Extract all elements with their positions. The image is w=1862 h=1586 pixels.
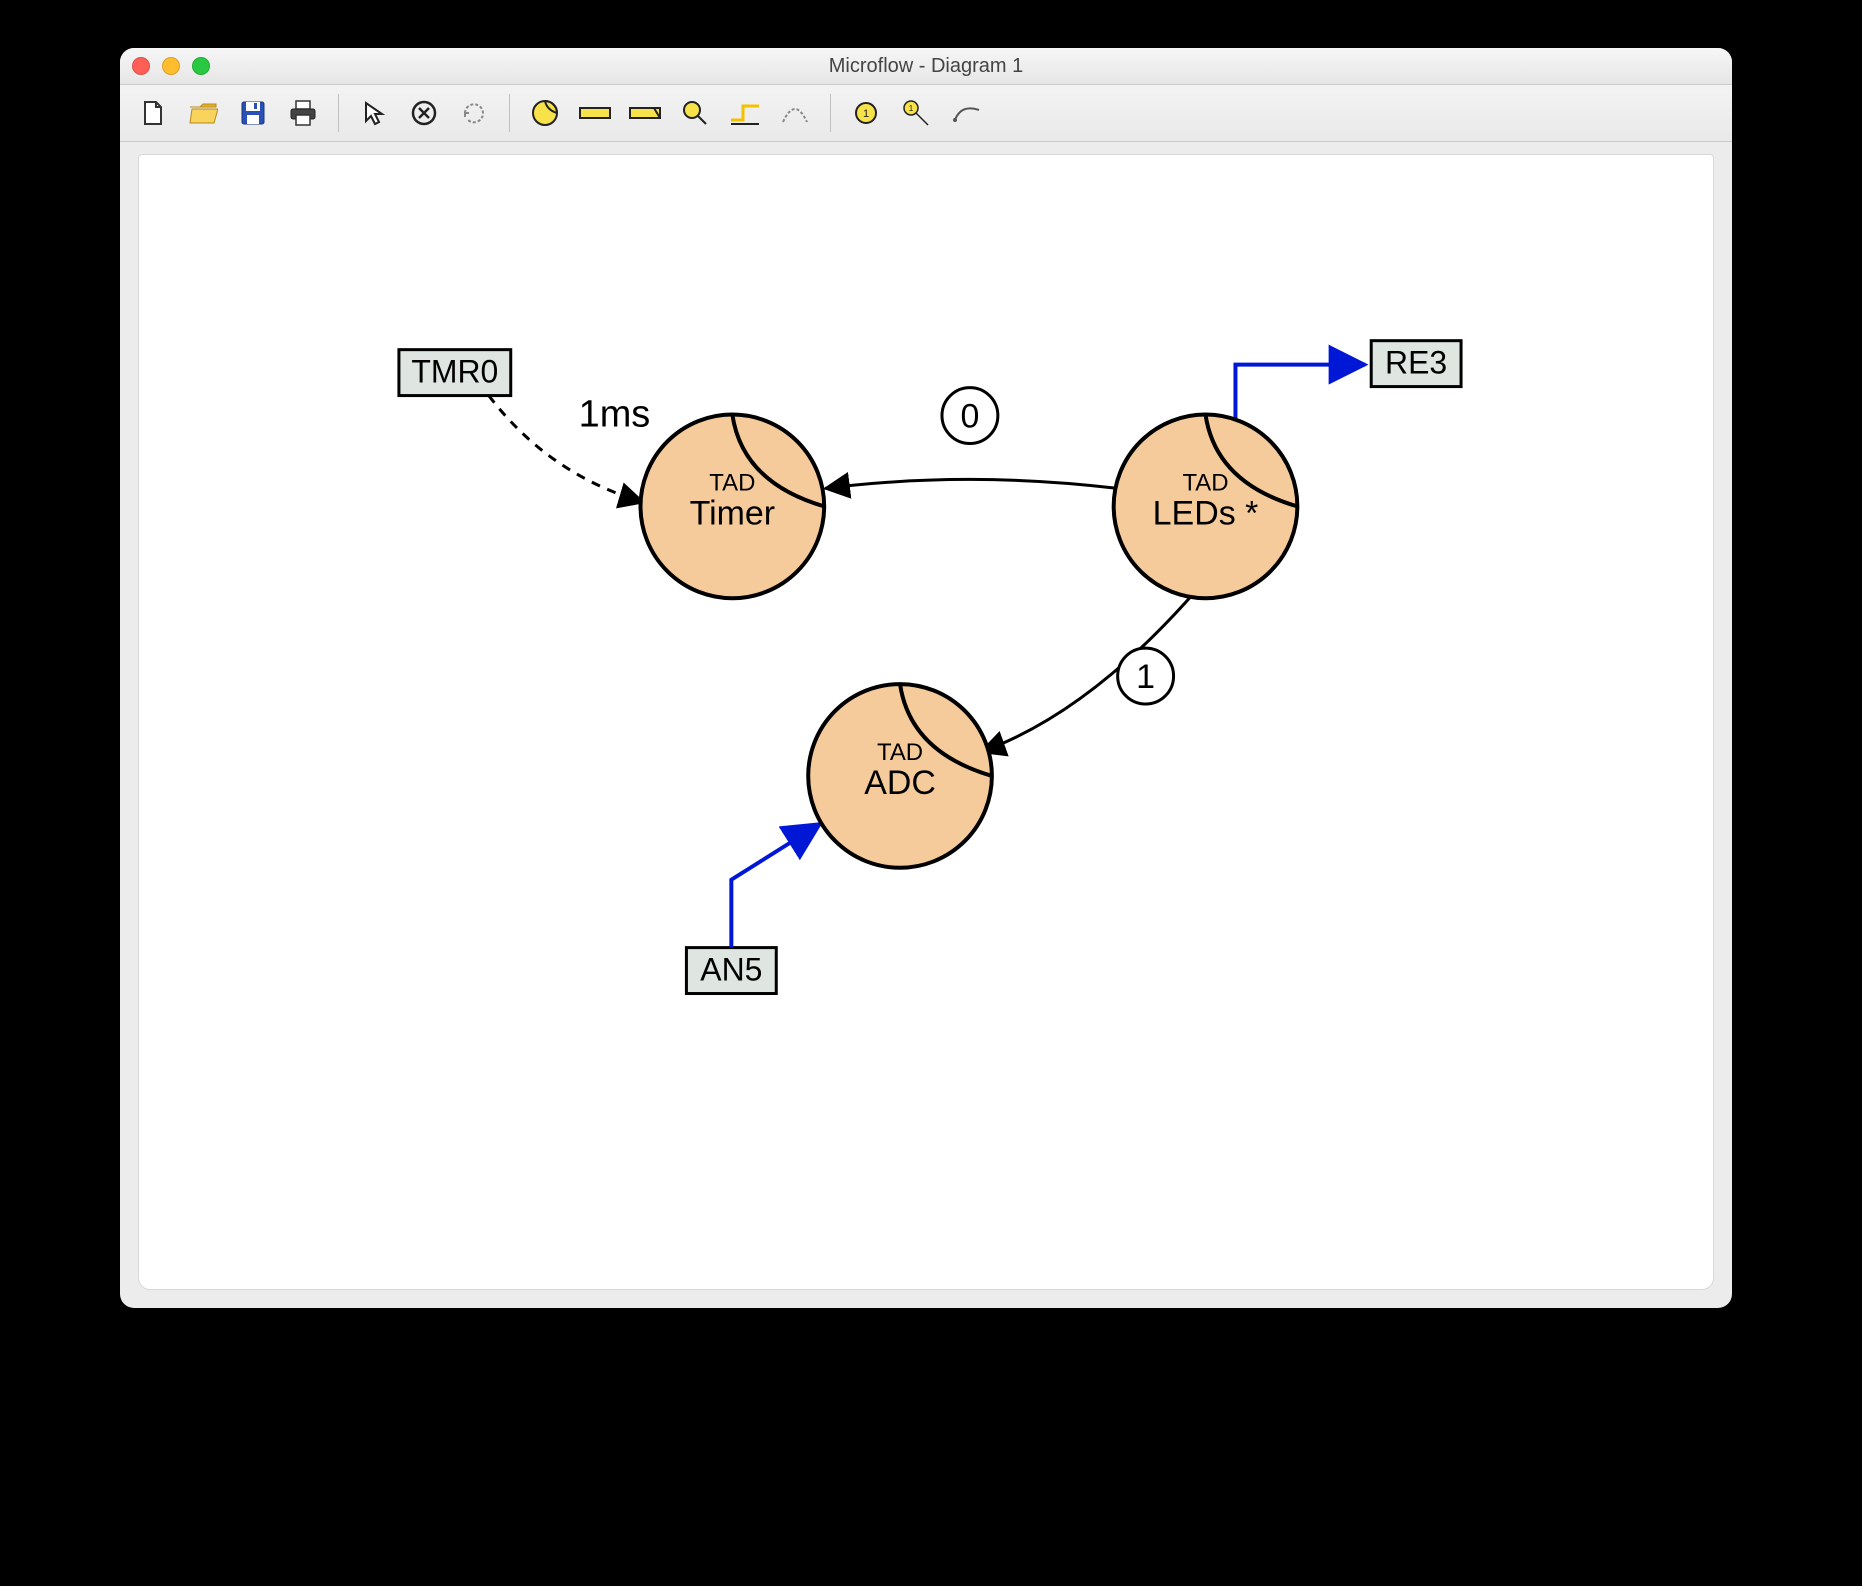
window-title: Microflow - Diagram 1 bbox=[120, 55, 1732, 78]
rotate-icon bbox=[460, 99, 488, 127]
diagram-svg: TMR0 RE3 AN5 1ms bbox=[139, 155, 1713, 1289]
numbered-pointer-icon: 1 bbox=[901, 98, 931, 128]
edge-tmr0-timer-label: 1ms bbox=[579, 394, 651, 436]
tad-node-icon bbox=[530, 98, 560, 128]
angle-connector-icon bbox=[729, 100, 761, 126]
cursor-icon bbox=[361, 100, 387, 126]
node-timer-name: Timer bbox=[690, 494, 775, 532]
process-bar-icon bbox=[578, 103, 612, 123]
app-window: Microflow - Diagram 1 bbox=[120, 48, 1732, 1308]
toolbar-separator bbox=[509, 94, 510, 132]
rotate-tool-button[interactable] bbox=[453, 92, 495, 134]
magnify-tool-button[interactable] bbox=[674, 92, 716, 134]
port-tmr0-label: TMR0 bbox=[411, 354, 498, 390]
diagram-canvas[interactable]: TMR0 RE3 AN5 1ms bbox=[138, 154, 1714, 1290]
curve-icon bbox=[951, 100, 981, 126]
delete-icon bbox=[410, 99, 438, 127]
numbered-marker-icon: 1 bbox=[853, 100, 879, 126]
node-leds-tag: TAD bbox=[1182, 469, 1228, 496]
magnify-icon bbox=[680, 98, 710, 128]
save-icon bbox=[239, 99, 267, 127]
tad-node-button[interactable] bbox=[524, 92, 566, 134]
angle-connector-button[interactable] bbox=[724, 92, 766, 134]
edge-badge-1-label: 1 bbox=[1136, 658, 1155, 696]
delete-tool-button[interactable] bbox=[403, 92, 445, 134]
save-button[interactable] bbox=[232, 92, 274, 134]
curve-tool-button[interactable] bbox=[945, 92, 987, 134]
edge-an5-adc[interactable] bbox=[731, 824, 820, 948]
port-tmr0[interactable]: TMR0 bbox=[399, 350, 511, 396]
select-tool-button[interactable] bbox=[353, 92, 395, 134]
toolbar: 1 1 bbox=[120, 85, 1732, 142]
edge-badge-1[interactable]: 1 bbox=[1118, 648, 1174, 704]
open-file-button[interactable] bbox=[182, 92, 224, 134]
node-adc[interactable]: TAD ADC bbox=[808, 684, 992, 868]
node-timer[interactable]: TAD Timer bbox=[641, 415, 825, 599]
port-re3[interactable]: RE3 bbox=[1371, 341, 1461, 387]
svg-text:1: 1 bbox=[909, 104, 914, 113]
titlebar: Microflow - Diagram 1 bbox=[120, 48, 1732, 85]
process-bar-alt-button[interactable] bbox=[624, 92, 666, 134]
edge-badge-0-label: 0 bbox=[960, 398, 979, 436]
node-timer-tag: TAD bbox=[709, 469, 755, 496]
edge-badge-0[interactable]: 0 bbox=[942, 388, 998, 444]
open-folder-icon bbox=[188, 99, 218, 127]
process-bar-button[interactable] bbox=[574, 92, 616, 134]
new-file-button[interactable] bbox=[132, 92, 174, 134]
edge-leds-timer[interactable] bbox=[825, 479, 1117, 488]
port-an5-label: AN5 bbox=[700, 952, 762, 988]
numbered-pointer-button[interactable]: 1 bbox=[895, 92, 937, 134]
port-an5[interactable]: AN5 bbox=[686, 948, 776, 994]
node-leds-name: LEDs * bbox=[1153, 494, 1259, 532]
node-adc-tag: TAD bbox=[877, 739, 923, 766]
process-bar-alt-icon bbox=[628, 103, 662, 123]
toolbar-separator bbox=[830, 94, 831, 132]
print-button[interactable] bbox=[282, 92, 324, 134]
node-leds[interactable]: TAD LEDs * bbox=[1114, 415, 1298, 599]
arc-connector-icon bbox=[780, 100, 810, 126]
port-re3-label: RE3 bbox=[1385, 345, 1447, 381]
print-icon bbox=[288, 99, 318, 127]
svg-text:1: 1 bbox=[863, 108, 869, 120]
node-adc-name: ADC bbox=[864, 764, 936, 802]
edge-leds-re3[interactable] bbox=[1235, 365, 1365, 427]
numbered-marker-button[interactable]: 1 bbox=[845, 92, 887, 134]
toolbar-separator bbox=[338, 94, 339, 132]
arc-connector-button[interactable] bbox=[774, 92, 816, 134]
new-file-icon bbox=[139, 99, 167, 127]
